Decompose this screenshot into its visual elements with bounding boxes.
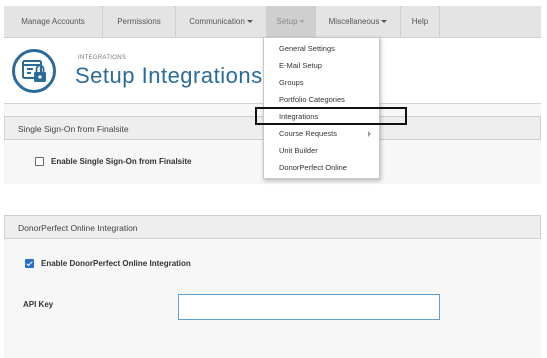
caret-down-icon [381,20,388,24]
menu-item-groups[interactable]: Groups [264,74,379,91]
chevron-right-icon [368,131,371,137]
menu-item-integrations[interactable]: Integrations [264,108,379,125]
menu-item-general-settings[interactable]: General Settings [264,40,379,57]
caret-down-icon [299,20,306,24]
menu-item-course-requests[interactable]: Course Requests [264,125,379,142]
menu-item-portfolio-categories[interactable]: Portfolio Categories [264,91,379,108]
nav-label: Help [411,17,429,26]
browser-lock-icon [12,49,56,93]
nav-label: Communication [189,17,245,26]
nav-label: Miscellaneous [328,17,380,26]
nav-manage-accounts[interactable]: Manage Accounts [4,6,103,37]
dpo-checkbox-label: Enable DonorPerfect Online Integration [41,259,191,268]
dpo-checkbox-row[interactable]: Enable DonorPerfect Online Integration [25,259,191,268]
nav-label: Setup [276,17,298,26]
sso-checkbox-label: Enable Single Sign-On from Finalsite [51,157,192,166]
menu-item-label: Course Requests [279,129,337,138]
sso-checkbox-row[interactable]: Enable Single Sign-On from Finalsite [35,157,191,166]
menu-item-email-setup[interactable]: E-Mail Setup [264,57,379,74]
top-nav: Manage Accounts Permissions Communicatio… [4,6,541,38]
nav-label: Manage Accounts [21,17,85,26]
nav-communication[interactable]: Communication [176,6,267,37]
nav-label: Permissions [117,17,161,26]
menu-item-unit-builder[interactable]: Unit Builder [264,142,379,159]
api-key-input[interactable] [178,294,440,320]
sso-checkbox[interactable] [35,157,44,166]
nav-permissions[interactable]: Permissions [103,6,176,37]
setup-dropdown-menu: General Settings E-Mail Setup Groups Por… [263,37,380,179]
nav-help[interactable]: Help [401,6,440,37]
page-title: Setup Integrations [75,63,263,88]
api-key-label: API Key [23,300,54,309]
menu-item-donorperfect-online[interactable]: DonorPerfect Online [264,159,379,176]
section-label: INTEGRATIONS [78,55,127,61]
dpo-panel-heading: DonorPerfect Online Integration [4,215,541,239]
dpo-checkbox[interactable] [25,259,34,268]
caret-down-icon [246,20,253,24]
nav-setup[interactable]: Setup [267,6,316,37]
nav-miscellaneous[interactable]: Miscellaneous [316,6,401,37]
